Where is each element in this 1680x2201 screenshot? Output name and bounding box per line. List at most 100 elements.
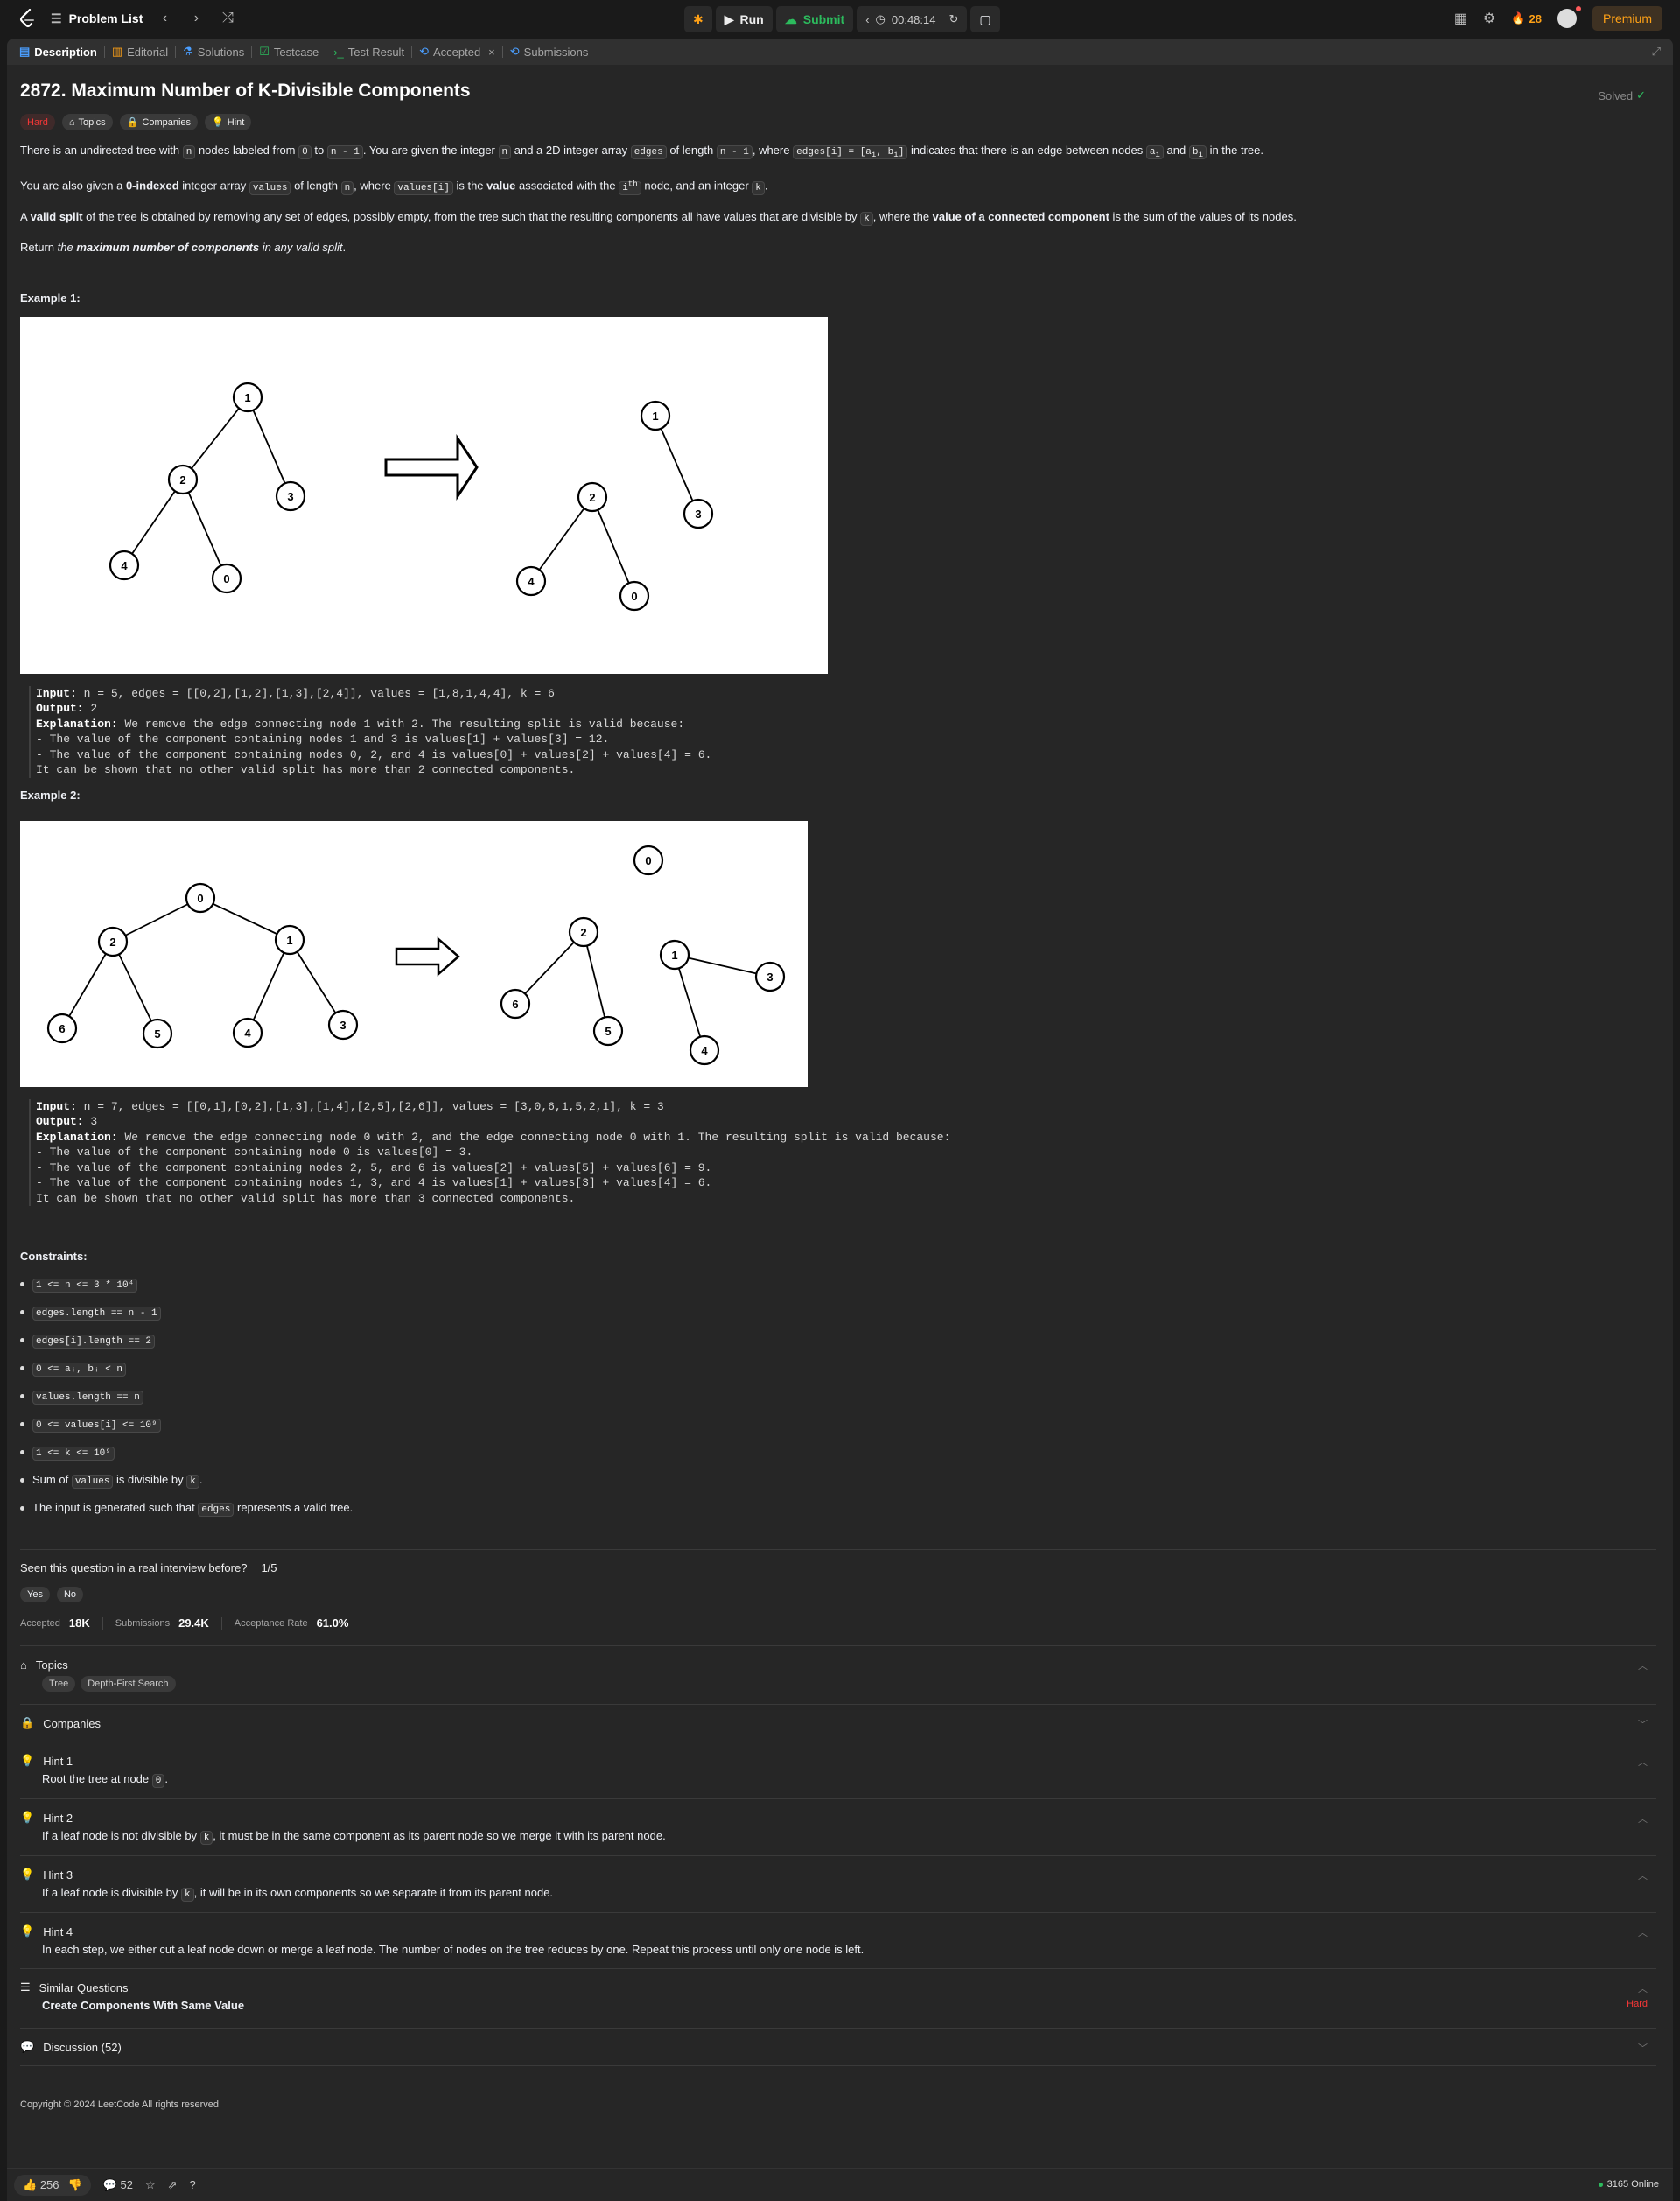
problem-list-button[interactable]: ☰ Problem List: [51, 11, 143, 26]
constraint-item: edges.length == n - 1: [20, 1303, 1656, 1322]
expand-icon[interactable]: ⤢: [1652, 45, 1661, 59]
notes-button[interactable]: ▢: [970, 6, 1000, 32]
premium-button[interactable]: Premium: [1592, 6, 1662, 31]
layout-icon[interactable]: ▦: [1454, 10, 1467, 27]
constraint-item: The input is generated such that edges r…: [20, 1499, 1656, 1518]
svg-text:2: 2: [179, 473, 186, 487]
submit-button[interactable]: ☁ Submit: [775, 6, 854, 32]
stopwatch-icon: ◷: [875, 12, 886, 25]
tab-submissions[interactable]: ⟲ Submissions: [503, 39, 596, 65]
svg-text:1: 1: [652, 410, 658, 423]
online-count: 3165 Online: [1598, 2179, 1659, 2190]
hint-3-section[interactable]: 💡 Hint 3 ︿ If a leaf node is divisible by…: [20, 1855, 1656, 1912]
shuffle-icon[interactable]: ⤮: [218, 11, 237, 26]
example-2-image: 0 2 1 6 5 4 3 0 2 6 5 1 3 4: [20, 820, 808, 1087]
user-avatar[interactable]: [1557, 6, 1581, 28]
hint-chip[interactable]: 💡 Hint: [205, 114, 252, 130]
history-icon: ⟲: [509, 45, 520, 58]
description-panel: ▤ Description ▥ Editorial ⚗ Solutions ☑ Test…: [7, 39, 1673, 2201]
hint-2-section[interactable]: 💡 Hint 2 ︿ If a leaf node is not divisibl…: [20, 1798, 1656, 1855]
svg-text:4: 4: [121, 559, 128, 572]
yes-button[interactable]: Yes: [20, 1587, 50, 1603]
topic-tag[interactable]: Tree: [42, 1676, 76, 1693]
copyright-text: Copyright © 2024 LeetCode All rights res…: [20, 2099, 220, 2111]
hint-1-section[interactable]: 💡 Hint 1 ︿ Root the tree at node 0.: [20, 1742, 1656, 1798]
leetcode-logo-icon[interactable]: [16, 7, 38, 30]
tab-test-result[interactable]: ›_ Test Result: [326, 39, 411, 65]
chevron-up-icon[interactable]: ︿: [1638, 1812, 1648, 1826]
checkbox-icon: ☑: [259, 45, 270, 58]
like-button[interactable]: 👍 256: [23, 2178, 60, 2192]
streak-counter[interactable]: 🔥 28: [1511, 11, 1542, 25]
example-2-block: Input: n = 7, edges = [[0,1],[0,2],[1,3]…: [29, 1098, 1656, 1207]
share-icon[interactable]: ⇗: [168, 2178, 178, 2192]
next-problem-button[interactable]: ›: [186, 11, 206, 26]
svg-text:4: 4: [244, 1027, 251, 1040]
lightbulb-icon: 💡: [20, 1868, 35, 1882]
star-icon[interactable]: ☆: [145, 2178, 156, 2192]
tag-icon: ⌂: [68, 116, 75, 128]
companies-chip[interactable]: 🔒 Companies: [119, 114, 199, 130]
reset-icon[interactable]: ↻: [948, 12, 958, 26]
solved-status: Solved ✓: [1598, 88, 1646, 102]
constraints-heading: Constraints:: [20, 1250, 88, 1264]
problem-stats: Accepted 18K Submissions 29.4K Acceptance …: [20, 1616, 349, 1630]
hint-4-section[interactable]: 💡 Hint 4 ︿ In each step, we either cut a …: [20, 1912, 1656, 1968]
difficulty-badge: Hard: [1627, 1999, 1648, 2010]
similar-questions-section[interactable]: ☰ Similar Questions ︿ Create Components W…: [20, 1968, 1656, 2028]
interview-question: Seen this question in a real interview b…: [20, 1561, 277, 1575]
tab-accepted[interactable]: ⟲ Accepted ×: [412, 39, 502, 65]
description-paragraph: You are also given a 0-indexed integer a…: [20, 179, 768, 195]
chevron-up-icon[interactable]: ︿: [1638, 1868, 1648, 1882]
svg-text:3: 3: [287, 490, 293, 503]
constraint-item: edges[i].length == 2: [20, 1331, 1656, 1350]
svg-text:3: 3: [695, 508, 701, 521]
chevron-down-icon[interactable]: ﹀: [1638, 1717, 1648, 1731]
description-paragraph: A valid split of the tree is obtained by…: [20, 209, 1297, 226]
svg-text:1: 1: [244, 391, 250, 404]
debug-button[interactable]: ✱: [684, 6, 712, 32]
svg-text:6: 6: [59, 1022, 65, 1035]
example-2-heading: Example 2:: [20, 788, 80, 802]
description-paragraph: Return the maximum number of components …: [20, 240, 346, 254]
prev-problem-button[interactable]: ‹: [155, 11, 174, 26]
lightbulb-icon: 💡: [20, 1754, 35, 1768]
example-1-image: 1 2 3 4 0 1 3 2 4 0: [20, 316, 828, 674]
play-icon: ▶: [724, 11, 734, 26]
topic-tag[interactable]: Depth-First Search: [80, 1676, 176, 1693]
tab-solutions[interactable]: ⚗ Solutions: [176, 39, 251, 65]
constraint-item: 0 <= aᵢ, bᵢ < n: [20, 1359, 1656, 1378]
chevron-up-icon[interactable]: ︿: [1638, 1755, 1648, 1769]
help-icon[interactable]: ?: [190, 2178, 196, 2191]
comments-button[interactable]: 💬 52: [103, 2178, 133, 2192]
chevron-up-icon[interactable]: ︿: [1638, 1981, 1648, 1995]
discussion-header[interactable]: 💬 Discussion (52): [20, 2029, 1656, 2065]
timer[interactable]: ‹ ◷ 00:48:14 ↻: [857, 6, 968, 32]
problem-title[interactable]: 2872. Maximum Number of K-Divisible Comp…: [20, 81, 1656, 102]
thumbs-down-icon[interactable]: 👎: [68, 2178, 82, 2192]
topics-section[interactable]: ⌂ Topics ︿ Tree Depth-First Search: [20, 1645, 1656, 1704]
run-button[interactable]: ▶ Run: [715, 6, 773, 32]
chevron-down-icon[interactable]: ﹀: [1638, 2041, 1648, 2055]
tab-description[interactable]: ▤ Description: [12, 39, 104, 65]
stat-divider: [102, 1616, 103, 1630]
tab-testcase[interactable]: ☑ Testcase: [252, 39, 326, 65]
topics-chip[interactable]: ⌂ Topics: [61, 114, 113, 130]
companies-section[interactable]: 🔒 Companies ﹀: [20, 1704, 1656, 1742]
chevron-up-icon[interactable]: ︿: [1638, 1925, 1648, 1939]
companies-header[interactable]: 🔒 Companies: [20, 1705, 1656, 1742]
tab-editorial[interactable]: ▥ Editorial: [105, 39, 175, 65]
constraint-item: Sum of values is divisible by k.: [20, 1471, 1656, 1490]
settings-gear-icon[interactable]: ⚙: [1483, 10, 1495, 27]
svg-text:4: 4: [528, 575, 535, 588]
similar-question-row[interactable]: Create Components With Same Value Hard: [20, 1999, 1656, 2028]
chevron-up-icon[interactable]: ︿: [1638, 1658, 1648, 1672]
svg-text:3: 3: [766, 971, 773, 984]
topic-tags: Tree Depth-First Search: [20, 1676, 1656, 1704]
no-button[interactable]: No: [56, 1587, 84, 1603]
close-icon[interactable]: ×: [488, 46, 495, 59]
tag-icon: ⌂: [20, 1658, 27, 1672]
bug-icon: ✱: [693, 11, 704, 26]
discussion-section[interactable]: 💬 Discussion (52) ﹀: [20, 2028, 1656, 2067]
svg-text:0: 0: [223, 572, 229, 585]
